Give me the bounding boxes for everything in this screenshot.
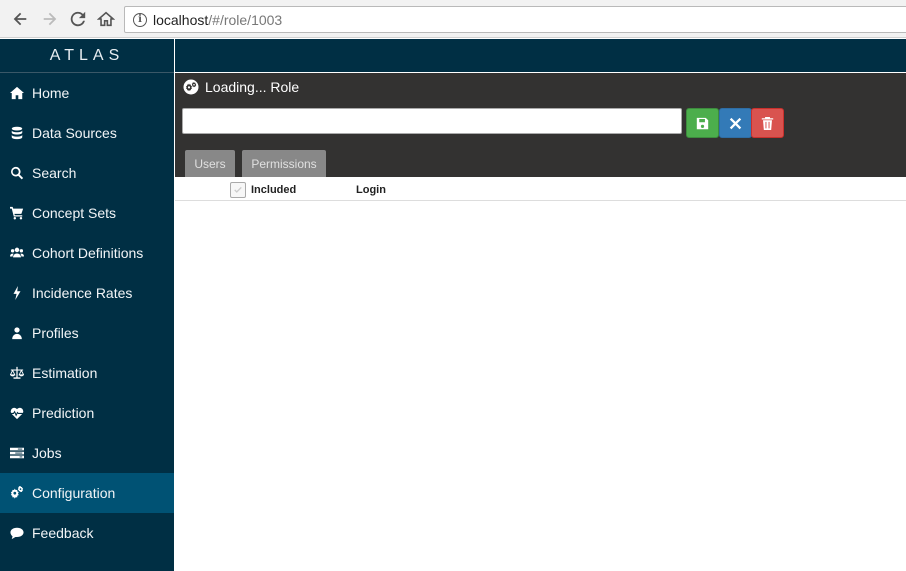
column-header-login[interactable]: Login bbox=[356, 184, 386, 196]
arrow-left-icon bbox=[13, 12, 27, 26]
sidebar-item-prediction[interactable]: Prediction bbox=[0, 393, 174, 433]
delete-button[interactable] bbox=[751, 108, 784, 138]
cogs-icon bbox=[10, 485, 32, 501]
sidebar-item-feedback[interactable]: Feedback bbox=[0, 513, 174, 553]
cart-icon bbox=[10, 205, 32, 221]
close-button[interactable] bbox=[719, 108, 752, 138]
sidebar-item-jobs[interactable]: Jobs bbox=[0, 433, 174, 473]
sidebar-item-label: Data Sources bbox=[32, 125, 117, 141]
sidebar-item-concept-sets[interactable]: Concept Sets bbox=[0, 193, 174, 233]
back-button[interactable] bbox=[8, 7, 32, 31]
role-name-input[interactable] bbox=[182, 108, 682, 134]
heartbeat-icon bbox=[10, 405, 32, 421]
save-icon bbox=[696, 117, 709, 129]
sidebar-item-estimation[interactable]: Estimation bbox=[0, 353, 174, 393]
address-bar[interactable]: i localhost/#/role/1003 bbox=[124, 6, 906, 33]
sidebar-item-cohort-definitions[interactable]: Cohort Definitions bbox=[0, 233, 174, 273]
page-title-text: Loading... Role bbox=[205, 79, 300, 95]
arrow-right-icon bbox=[43, 12, 57, 26]
close-icon bbox=[729, 117, 742, 129]
sidebar-item-label: Home bbox=[32, 85, 70, 101]
sidebar-item-label: Incidence Rates bbox=[32, 285, 133, 301]
sidebar-item-label: Concept Sets bbox=[32, 205, 117, 221]
sidebar-item-search[interactable]: Search bbox=[0, 153, 174, 193]
sidebar-item-label: Search bbox=[32, 165, 77, 181]
role-editor-panel: Loading... Role Users Permissions bbox=[175, 73, 906, 177]
comment-icon bbox=[10, 525, 32, 541]
url-host: localhost bbox=[153, 11, 209, 28]
sidebar: ATLAS Home Data Sources Search Concept S… bbox=[0, 39, 174, 571]
sidebar-item-data-sources[interactable]: Data Sources bbox=[0, 113, 174, 153]
sidebar-item-label: Jobs bbox=[32, 445, 62, 461]
reload-button[interactable] bbox=[66, 7, 90, 31]
url-path: /#/role/1003 bbox=[208, 11, 283, 28]
info-icon[interactable]: i bbox=[133, 12, 147, 27]
sidebar-item-configuration[interactable]: Configuration bbox=[0, 473, 174, 513]
balance-scale-icon bbox=[10, 365, 32, 381]
tasks-icon bbox=[10, 445, 32, 461]
users-table-header: Included Login bbox=[175, 177, 906, 201]
sidebar-item-label: Configuration bbox=[32, 485, 116, 501]
tab-users[interactable]: Users bbox=[185, 150, 235, 177]
users-icon bbox=[10, 245, 32, 261]
user-icon bbox=[10, 325, 32, 341]
sidebar-item-label: Feedback bbox=[32, 525, 94, 541]
column-header-included[interactable]: Included bbox=[251, 184, 296, 196]
home-button[interactable] bbox=[94, 7, 118, 31]
page-title: Loading... Role bbox=[183, 79, 299, 95]
select-all-checkbox[interactable] bbox=[230, 182, 246, 198]
sidebar-item-label: Cohort Definitions bbox=[32, 245, 144, 261]
tab-permissions[interactable]: Permissions bbox=[242, 150, 326, 177]
search-icon bbox=[10, 165, 32, 181]
trash-icon bbox=[761, 116, 774, 130]
top-header bbox=[175, 39, 906, 72]
sidebar-item-label: Profiles bbox=[32, 325, 79, 341]
database-icon bbox=[10, 125, 32, 141]
reload-icon bbox=[70, 11, 86, 27]
forward-button[interactable] bbox=[38, 7, 62, 31]
bolt-icon bbox=[10, 285, 32, 301]
save-button[interactable] bbox=[686, 108, 719, 138]
brand-logo[interactable]: ATLAS bbox=[0, 39, 174, 73]
sidebar-item-incidence-rates[interactable]: Incidence Rates bbox=[0, 273, 174, 313]
role-gears-icon bbox=[183, 79, 199, 95]
browser-home-icon bbox=[97, 11, 115, 27]
sidebar-item-home[interactable]: Home bbox=[0, 73, 174, 113]
sidebar-item-label: Prediction bbox=[32, 405, 95, 421]
check-icon bbox=[234, 186, 242, 193]
home-icon bbox=[10, 85, 32, 101]
browser-toolbar: i localhost/#/role/1003 bbox=[0, 0, 906, 38]
sidebar-item-label: Estimation bbox=[32, 365, 98, 381]
sidebar-item-profiles[interactable]: Profiles bbox=[0, 313, 174, 353]
